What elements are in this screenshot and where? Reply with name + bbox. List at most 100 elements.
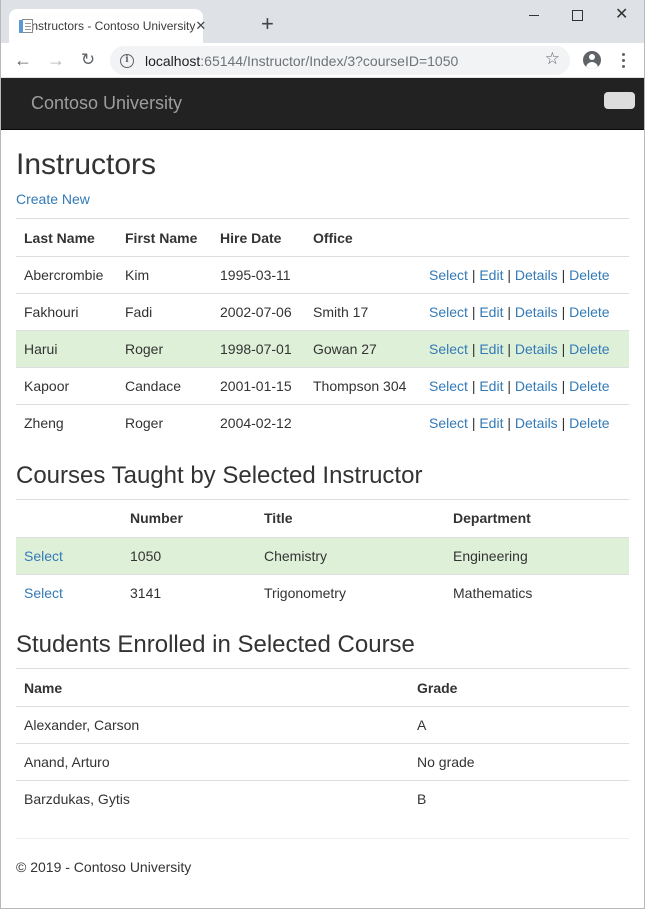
bookmark-star-icon[interactable]: ☆	[545, 49, 560, 69]
student-name-cell: Alexander, Carson	[16, 706, 409, 744]
students-header-row: Name Grade	[16, 668, 629, 707]
instructor-row: Fakhouri Fadi 2002-07-06 Smith 17 Select | E…	[16, 293, 629, 331]
select-link[interactable]: Select	[429, 304, 468, 320]
details-link[interactable]: Details	[515, 341, 558, 357]
action-separator: |	[507, 304, 511, 320]
student-name-cell: Barzdukas, Gytis	[16, 780, 409, 818]
instructor-hire-date-cell: 2001-01-15	[212, 367, 305, 405]
courses-section-title: Courses Taught by Selected Instructor	[16, 461, 423, 489]
info-icon[interactable]: i	[120, 53, 134, 68]
student-name-cell: Anand, Arturo	[16, 743, 409, 781]
student-grade-cell: B	[409, 780, 629, 818]
courses-table: Number Title Department Select 1050 Chemis…	[16, 498, 629, 611]
action-separator: |	[561, 304, 566, 320]
action-separator: |	[471, 341, 476, 357]
instructor-row: Harui Roger 1998-07-01 Gowan 27 Select | Edi…	[16, 330, 629, 368]
instructor-row: Kapoor Candace 2001-01-15 Thompson 304 Selec…	[16, 367, 629, 405]
course-action-cell: Select	[16, 536, 122, 574]
action-separator: |	[471, 378, 476, 394]
minimize-window-button[interactable]	[519, 4, 549, 26]
instructor-last-name-cell: Fakhouri	[16, 293, 117, 331]
instructor-office-cell	[305, 256, 421, 294]
column-header: Office	[305, 218, 421, 257]
column-header	[16, 498, 122, 538]
instructor-first-name-cell: Fadi	[117, 293, 212, 331]
select-link[interactable]: Select	[429, 267, 468, 283]
instructor-last-name-cell: Zheng	[16, 404, 117, 442]
forward-button[interactable]: →	[45, 49, 67, 71]
brand-link[interactable]: Contoso University	[31, 93, 182, 114]
edit-link[interactable]: Edit	[479, 267, 503, 283]
address-bar[interactable]: i localhost:65144/Instructor/Index/3?cou…	[110, 46, 570, 75]
select-course-link[interactable]: Select	[24, 548, 63, 564]
edit-link[interactable]: Edit	[479, 341, 503, 357]
details-link[interactable]: Details	[515, 415, 558, 431]
instructor-last-name-cell: Abercrombie	[16, 256, 117, 294]
create-new-link[interactable]: Create New	[16, 191, 90, 207]
column-header: Name	[16, 668, 409, 707]
instructor-first-name-cell: Candace	[117, 367, 212, 405]
tab-close-icon[interactable]: ✕	[195, 18, 206, 34]
instructor-office-cell: Smith 17	[305, 293, 421, 331]
edit-link[interactable]: Edit	[479, 304, 503, 320]
url-path: :65144/Instructor/Index/3?courseID=1050	[200, 52, 459, 69]
navbar-toggle-button[interactable]	[604, 92, 635, 109]
delete-link[interactable]: Delete	[569, 267, 609, 283]
instructor-office-cell: Thompson 304	[305, 367, 421, 405]
action-separator: |	[471, 415, 476, 432]
instructor-actions-cell: Select | Edit | Details | Delete	[421, 293, 629, 331]
instructor-actions-cell: Select | Edit | Details | Delete	[421, 367, 629, 405]
tab-title: Instructors - Contoso University	[28, 19, 196, 33]
maximize-window-button[interactable]	[562, 4, 592, 26]
select-link[interactable]: Select	[429, 415, 468, 431]
details-link[interactable]: Details	[515, 378, 558, 394]
course-row: Select 1050 Chemistry Engineering	[16, 536, 629, 574]
instructor-last-name-cell: Kapoor	[16, 367, 117, 405]
student-row: Anand, Arturo No grade	[16, 743, 629, 781]
instructor-hire-date-cell: 2004-02-12	[212, 404, 305, 442]
browser-toolbar: ← → ↻ i localhost:65144/Instructor/Index…	[1, 43, 644, 78]
action-separator: |	[507, 267, 511, 283]
page-footer: © 2019 - Contoso University	[16, 859, 629, 875]
courses-header-row: Number Title Department	[16, 498, 629, 538]
students-table: Name Grade Alexander, Carson A Anand, Artu…	[16, 668, 629, 818]
column-header: Grade	[409, 668, 629, 707]
instructor-first-name-cell: Roger	[117, 404, 212, 442]
app-navbar: Contoso University	[1, 78, 644, 130]
edit-link[interactable]: Edit	[479, 415, 503, 431]
back-button[interactable]: ←	[12, 49, 34, 71]
course-title-cell: Chemistry	[256, 536, 445, 574]
student-row: Barzdukas, Gytis B	[16, 780, 629, 818]
close-window-button[interactable]: ✕	[607, 4, 637, 26]
new-tab-button[interactable]: +	[261, 13, 274, 35]
details-link[interactable]: Details	[515, 304, 558, 320]
course-department-cell: Engineering	[445, 536, 629, 574]
kebab-menu-icon[interactable]	[617, 52, 629, 70]
delete-link[interactable]: Delete	[569, 415, 609, 431]
instructor-hire-date-cell: 1998-07-01	[212, 330, 305, 368]
delete-link[interactable]: Delete	[569, 378, 609, 394]
delete-link[interactable]: Delete	[569, 304, 609, 320]
select-link[interactable]: Select	[429, 378, 468, 394]
profile-icon[interactable]	[583, 51, 601, 69]
url-host: localhost	[145, 52, 201, 69]
reload-button[interactable]: ↻	[77, 49, 99, 71]
instructor-hire-date-cell: 2002-07-06	[212, 293, 305, 331]
delete-link[interactable]: Delete	[569, 341, 609, 357]
action-separator: |	[561, 341, 566, 357]
course-number-cell: 1050	[122, 536, 256, 574]
edit-link[interactable]: Edit	[479, 378, 503, 394]
footer-divider	[16, 837, 629, 839]
instructor-office-cell	[305, 404, 421, 442]
browser-tabstrip: Instructors - Contoso University ✕ + ✕	[1, 0, 644, 43]
url-text[interactable]: localhost:65144/Instructor/Index/3?cours…	[145, 53, 458, 69]
column-header: Department	[445, 498, 629, 538]
instructor-office-cell: Gowan 27	[305, 330, 421, 368]
instructor-actions-cell: Select | Edit | Details | Delete	[421, 404, 629, 442]
details-link[interactable]: Details	[515, 267, 558, 283]
select-link[interactable]: Select	[429, 341, 468, 357]
course-title-cell: Trigonometry	[256, 573, 445, 611]
select-course-link[interactable]: Select	[24, 585, 63, 601]
browser-tab[interactable]: Instructors - Contoso University ✕	[9, 9, 206, 43]
course-number-cell: 3141	[122, 573, 256, 611]
